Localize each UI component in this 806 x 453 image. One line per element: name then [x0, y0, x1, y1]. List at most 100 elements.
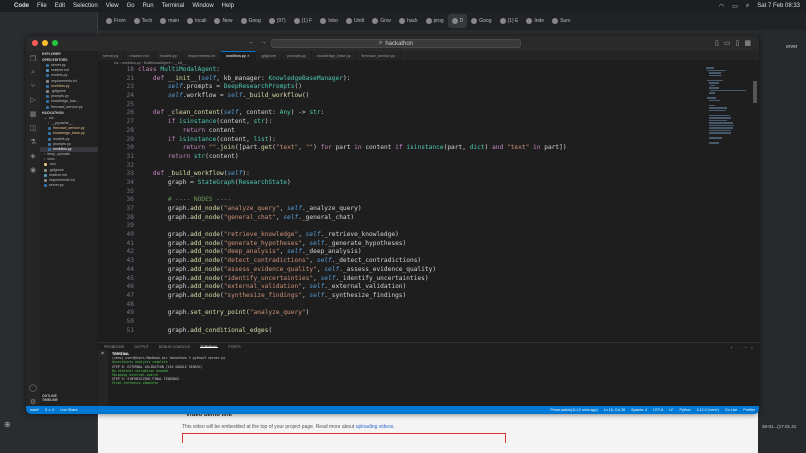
maximize-window-icon[interactable]	[52, 40, 58, 46]
code-line[interactable]: 33 def _build_workflow(self):	[98, 170, 698, 179]
code-line[interactable]: 47 graph.add_node("synthesize_findings",…	[98, 292, 698, 301]
code-line[interactable]: 25	[98, 101, 698, 110]
cursor-position-status[interactable]: Ln 18, Col 28	[604, 408, 625, 412]
menu-selection[interactable]: Selection	[73, 3, 98, 9]
app-name[interactable]: Code	[14, 3, 29, 9]
git-graph-icon[interactable]: ◉	[30, 166, 36, 174]
browser-tab[interactable]: Goog	[467, 14, 495, 28]
code-line[interactable]: 49 graph.set_entry_point("analyze_query"…	[98, 309, 698, 318]
code-line[interactable]: 42 graph.add_node("deep_analysis", self.…	[98, 248, 698, 257]
docker-icon[interactable]: ◈	[30, 152, 35, 160]
code-line[interactable]: 48	[98, 301, 698, 310]
browser-tab[interactable]: (1) F	[290, 14, 317, 28]
customize-layout-icon[interactable]: ▦	[744, 39, 751, 47]
run-debug-icon[interactable]: ▷	[30, 96, 35, 104]
terminal-output[interactable]: TERMINAL (venv) user@Users-MacBook-Air h…	[112, 352, 225, 386]
editor-tab[interactable]: knowledge_base.py	[312, 51, 357, 60]
menu-help[interactable]: Help	[222, 3, 234, 9]
toggle-secondary-icon[interactable]: ▯	[736, 39, 740, 47]
gear-icon[interactable]: ⚙	[30, 398, 36, 406]
browser-tab[interactable]: Inbo	[316, 14, 342, 28]
code-line[interactable]: 24 self.workflow = self._build_workflow(…	[98, 92, 698, 101]
code-line[interactable]: 31 return str(content)	[98, 153, 698, 162]
video-url-input[interactable]	[182, 433, 506, 443]
encoding-status[interactable]: UTF-8	[653, 408, 663, 412]
browser-tab-active[interactable]: D	[447, 14, 468, 28]
browser-tab[interactable]: From	[102, 14, 130, 28]
code-line[interactable]: 23 self.prompts = DeepResearchPrompts()	[98, 83, 698, 92]
tab-debug-console[interactable]: DEBUG CONSOLE	[159, 345, 190, 349]
close-tab-icon[interactable]: ×	[247, 54, 249, 58]
battery-icon[interactable]: ▭	[732, 3, 738, 10]
code-line[interactable]: 40 graph.add_node("retrieve_knowledge", …	[98, 231, 698, 240]
editor-tab[interactable]: prompts.py	[282, 51, 312, 60]
code-line[interactable]: 39	[98, 222, 698, 231]
tab-problems[interactable]: PROBLEMS	[104, 345, 124, 349]
browser-tab[interactable]: locali	[183, 14, 210, 28]
code-line[interactable]: 18 class MultiModalAgent:	[98, 66, 698, 75]
toggle-panel-icon[interactable]: ▭	[724, 39, 731, 47]
code-line[interactable]: 50	[98, 318, 698, 327]
language-status[interactable]: Python	[679, 408, 690, 412]
remote-icon[interactable]: ◫	[30, 124, 37, 132]
git-blame-status[interactable]: Prince.ashok(11:13 mins ago)	[550, 408, 597, 412]
clock[interactable]: Sat 7 Feb 08:33	[757, 3, 800, 9]
interpreter-status[interactable]: 3.12.0 ('venv')	[697, 408, 719, 412]
menu-window[interactable]: Window	[192, 3, 213, 9]
source-control-icon[interactable]: ⑂	[31, 83, 35, 90]
editor-tab[interactable]: server.py	[98, 51, 125, 60]
browser-tab[interactable]: Untit	[342, 14, 368, 28]
toggle-sidebar-icon[interactable]: ▯	[715, 39, 719, 47]
editor-tab[interactable]: models.py	[155, 51, 183, 60]
browser-tab[interactable]: Goog	[237, 14, 265, 28]
problems-status[interactable]: 0 ⚠ 0	[45, 408, 54, 412]
code-line[interactable]: 34 graph = StateGraph(ResearchState)	[98, 179, 698, 188]
menu-run[interactable]: Run	[143, 3, 154, 9]
prettier-status[interactable]: Prettier	[743, 408, 755, 412]
code-line[interactable]: 35	[98, 188, 698, 197]
editor-scrollbar[interactable]	[753, 81, 757, 103]
code-line[interactable]: 29 if isinstance(content, list):	[98, 136, 698, 145]
tree-file[interactable]: server.py	[40, 183, 98, 188]
browser-tab[interactable]: (1) E	[496, 14, 523, 28]
code-line[interactable]: 30 return "".join([part.get("text", "") …	[98, 144, 698, 153]
menu-terminal[interactable]: Terminal	[162, 3, 185, 9]
indent-status[interactable]: Spaces: 4	[631, 408, 647, 412]
browser-tab[interactable]: Grov	[368, 14, 395, 28]
timeline-header[interactable]: TIMELINE	[42, 398, 58, 402]
tab-output[interactable]: OUTPUT	[134, 345, 149, 349]
browser-tab[interactable]: Surv	[548, 14, 574, 28]
browser-tab[interactable]: Inde	[522, 14, 548, 28]
browser-tab[interactable]: New	[210, 14, 236, 28]
code-line[interactable]: 21 def __init__(self, kb_manager: Knowle…	[98, 75, 698, 84]
more-icon[interactable]: …	[737, 345, 741, 350]
code-line[interactable]: 38 graph.add_node("general_chat", self._…	[98, 214, 698, 223]
browser-tab[interactable]: hack	[395, 14, 422, 28]
back-arrow-icon[interactable]: ←	[248, 39, 255, 46]
account-icon[interactable]: ◯	[29, 384, 37, 392]
search-icon[interactable]: ⌕	[31, 69, 35, 77]
forward-arrow-icon[interactable]: →	[260, 39, 267, 46]
command-center-search[interactable]: ⌕ hackathon	[271, 39, 521, 48]
code-line[interactable]: 41 graph.add_node("generate_hypotheses",…	[98, 240, 698, 249]
code-line[interactable]: 51 graph.add_conditional_edges(	[98, 327, 698, 336]
uploading-videos-link[interactable]: uploading videos	[356, 424, 394, 430]
live-share-status[interactable]: Live Share	[60, 408, 77, 412]
code-line[interactable]: 45 graph.add_node("identify_uncertaintie…	[98, 275, 698, 284]
close-window-icon[interactable]	[32, 40, 38, 46]
add-terminal-icon[interactable]: +	[730, 345, 732, 350]
minimap[interactable]	[706, 66, 747, 336]
menu-go[interactable]: Go	[127, 3, 135, 9]
terminal-icon[interactable]: ▶	[101, 350, 104, 355]
go-live-status[interactable]: Go Live	[725, 408, 737, 412]
search-icon[interactable]: ⌕	[746, 3, 749, 10]
menu-view[interactable]: View	[106, 3, 119, 9]
editor-tab[interactable]: readme.md	[124, 51, 155, 60]
explorer-icon[interactable]: ❐	[30, 55, 36, 63]
maximize-panel-icon[interactable]: ^	[745, 345, 747, 350]
browser-tab[interactable]: Tech	[130, 14, 157, 28]
tab-terminal[interactable]: TERMINAL	[200, 345, 219, 349]
close-panel-icon[interactable]: ×	[751, 345, 753, 350]
editor-tab[interactable]: firecrawl_service.py	[357, 51, 401, 60]
eol-status[interactable]: LF	[669, 408, 673, 412]
